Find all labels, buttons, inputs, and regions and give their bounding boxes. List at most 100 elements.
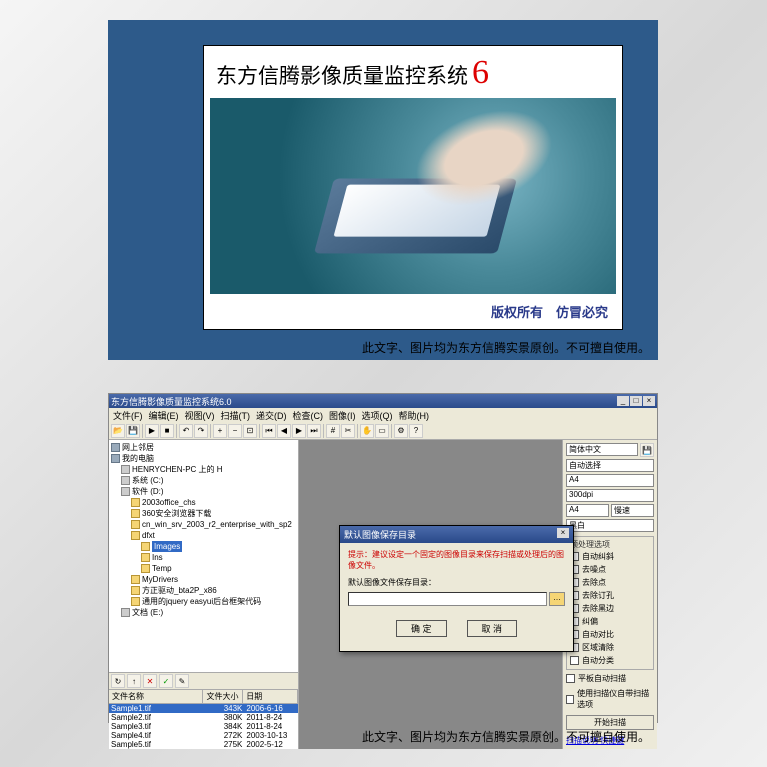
tree-net[interactable]: 网上邻居: [122, 442, 154, 453]
toolbar: 📂 💾 ▶ ■ ↶ ↷ + − ⊡ ⏮ ◀ ▶ ⏭ # ✂ ✋ ▭ ⚙ ?: [109, 422, 657, 440]
preprocess-group: 预处理选项 自动纠斜 去噪点 去除点 去除订孔 去除黑边 纠偏 自动对比 区域清…: [566, 536, 654, 670]
folder-icon: [131, 520, 140, 529]
tree-n3[interactable]: cn_win_srv_2003_r2_enterprise_with_sp2: [142, 519, 292, 530]
tb-fit-icon[interactable]: ⊡: [243, 424, 257, 438]
dialog-label: 默认图像文件保存目录：: [348, 577, 565, 588]
window-title: 东方信腾影像质量监控系统6.0: [111, 395, 232, 408]
tb-select-icon[interactable]: ▭: [375, 424, 389, 438]
save-dir-dialog: 默认图像保存目录 × 提示：建议设定一个固定的图像目录来保存扫描或处理后的图像文…: [339, 525, 574, 652]
main-area: 网上邻居 我的电脑 HENRYCHEN-PC 上的 H 系统 (C:) 软件 (…: [109, 440, 657, 749]
fl-refresh-icon[interactable]: ↻: [111, 674, 125, 688]
menu-edit[interactable]: 编辑(E): [149, 409, 179, 422]
fl-check-icon[interactable]: ✓: [159, 674, 173, 688]
file-row: Sample4.tif272K2003-10-13: [109, 731, 298, 740]
tb-rotate-left-icon[interactable]: ↶: [179, 424, 193, 438]
ok-button[interactable]: 确 定: [396, 620, 447, 637]
browse-button[interactable]: …: [549, 592, 565, 606]
tree-images-selected[interactable]: Images: [152, 541, 182, 552]
dpi-select[interactable]: 300dpi: [566, 489, 654, 502]
tree-d[interactable]: 软件 (D:): [132, 486, 164, 497]
tb-last-icon[interactable]: ⏭: [307, 424, 321, 438]
speed-select[interactable]: 慢速: [611, 504, 654, 517]
tree-n2[interactable]: 360安全浏览器下载: [142, 508, 211, 519]
tree-n5[interactable]: MyDrivers: [142, 574, 178, 585]
menu-view[interactable]: 视图(V): [185, 409, 215, 422]
tb-grid-icon[interactable]: #: [326, 424, 340, 438]
tb-zoom-in-icon[interactable]: +: [213, 424, 227, 438]
tb-help-icon[interactable]: ?: [409, 424, 423, 438]
tb-save-icon[interactable]: 💾: [126, 424, 140, 438]
menu-submit[interactable]: 递交(D): [256, 409, 287, 422]
folder-tree[interactable]: 网上邻居 我的电脑 HENRYCHEN-PC 上的 H 系统 (C:) 软件 (…: [109, 440, 298, 672]
tb-crop-icon[interactable]: ✂: [341, 424, 355, 438]
driver-select[interactable]: 自动选择: [566, 459, 654, 472]
drive-icon: [121, 608, 130, 617]
tree-n4[interactable]: dfxt: [142, 530, 155, 541]
save-dir-input[interactable]: [348, 592, 547, 606]
minimize-button[interactable]: _: [617, 396, 629, 406]
col-size[interactable]: 文件大小: [203, 690, 243, 703]
col-name[interactable]: 文件名称: [109, 690, 203, 703]
tb-zoom-out-icon[interactable]: −: [228, 424, 242, 438]
fl-delete-icon[interactable]: ✕: [143, 674, 157, 688]
tree-h[interactable]: HENRYCHEN-PC 上的 H: [132, 464, 223, 475]
tree-ins[interactable]: Ins: [152, 552, 163, 563]
tree-temp[interactable]: Temp: [152, 563, 172, 574]
fl-up-icon[interactable]: ↑: [127, 674, 141, 688]
tb-hand-icon[interactable]: ✋: [360, 424, 374, 438]
paper-select2[interactable]: A4: [566, 504, 609, 517]
tb-next-icon[interactable]: ▶: [292, 424, 306, 438]
tree-e[interactable]: 文档 (E:): [132, 607, 163, 618]
lang-select[interactable]: 简体中文: [566, 443, 638, 456]
menu-scan[interactable]: 扫描(T): [221, 409, 251, 422]
file-row: Sample3.tif384K2011-8-24: [109, 722, 298, 731]
network-icon: [111, 443, 120, 452]
product-name: 东方信腾影像质量监控系统: [216, 65, 468, 88]
preview-area: 默认图像保存目录 × 提示：建议设定一个固定的图像目录来保存扫描或处理后的图像文…: [299, 440, 562, 749]
menu-check[interactable]: 检查(C): [293, 409, 324, 422]
folder-icon: [141, 542, 150, 551]
titlebar: 东方信腾影像质量监控系统6.0 _ □ ×: [109, 394, 657, 408]
version-number: 6: [472, 54, 489, 91]
tb-first-icon[interactable]: ⏮: [262, 424, 276, 438]
cb-autoclassify[interactable]: [570, 656, 579, 665]
menu-option[interactable]: 选项(Q): [362, 409, 393, 422]
menu-file[interactable]: 文件(F): [113, 409, 143, 422]
dialog-close-button[interactable]: ×: [557, 528, 569, 538]
copyright-text: 版权所有 仿冒必究: [204, 296, 622, 329]
tb-stop-icon[interactable]: ■: [160, 424, 174, 438]
cb-adf[interactable]: [566, 695, 574, 704]
tree-n7[interactable]: 通用的jquery easyui后台框架代码: [142, 596, 261, 607]
tree-n6[interactable]: 方正驱动_bta2P_x86: [142, 585, 217, 596]
filelist-header: 文件名称 文件大小 日期: [109, 690, 298, 704]
app-watermark: 此文字、图片均为东方信腾实景原创。不可擅自使用。: [362, 728, 650, 745]
maximize-button[interactable]: □: [630, 396, 642, 406]
tree-n1[interactable]: 2003office_chs: [142, 497, 196, 508]
tb-settings-icon[interactable]: ⚙: [394, 424, 408, 438]
tb-open-icon[interactable]: 📂: [111, 424, 125, 438]
preprocess-title: 预处理选项: [570, 539, 650, 550]
tb-scan-icon[interactable]: ▶: [145, 424, 159, 438]
file-row: Sample2.tif380K2011-8-24: [109, 713, 298, 722]
drive-icon: [121, 487, 130, 496]
menu-help[interactable]: 帮助(H): [399, 409, 430, 422]
menu-image[interactable]: 图像(I): [329, 409, 356, 422]
close-button[interactable]: ×: [643, 396, 655, 406]
col-date[interactable]: 日期: [243, 690, 298, 703]
file-list[interactable]: Sample1.tif343K2006-6-16 Sample2.tif380K…: [109, 704, 298, 749]
tb-rotate-right-icon[interactable]: ↷: [194, 424, 208, 438]
fl-rename-icon[interactable]: ✎: [175, 674, 189, 688]
splash-watermark: 此文字、图片均为东方信腾实景原创。不可擅自使用。: [362, 339, 650, 356]
tb-prev-icon[interactable]: ◀: [277, 424, 291, 438]
splash-image: [210, 98, 616, 294]
cb-flatbed[interactable]: [566, 674, 575, 683]
menubar: 文件(F) 编辑(E) 视图(V) 扫描(T) 递交(D) 检查(C) 图像(I…: [109, 408, 657, 422]
drive-icon: [121, 465, 130, 474]
tree-mycomp[interactable]: 我的电脑: [122, 453, 154, 464]
save-settings-icon[interactable]: 💾: [640, 443, 654, 457]
cancel-button[interactable]: 取 消: [467, 620, 518, 637]
tree-c[interactable]: 系统 (C:): [132, 475, 164, 486]
paper-select[interactable]: A4: [566, 474, 654, 487]
color-select[interactable]: 黑白: [566, 519, 654, 532]
computer-icon: [111, 454, 120, 463]
